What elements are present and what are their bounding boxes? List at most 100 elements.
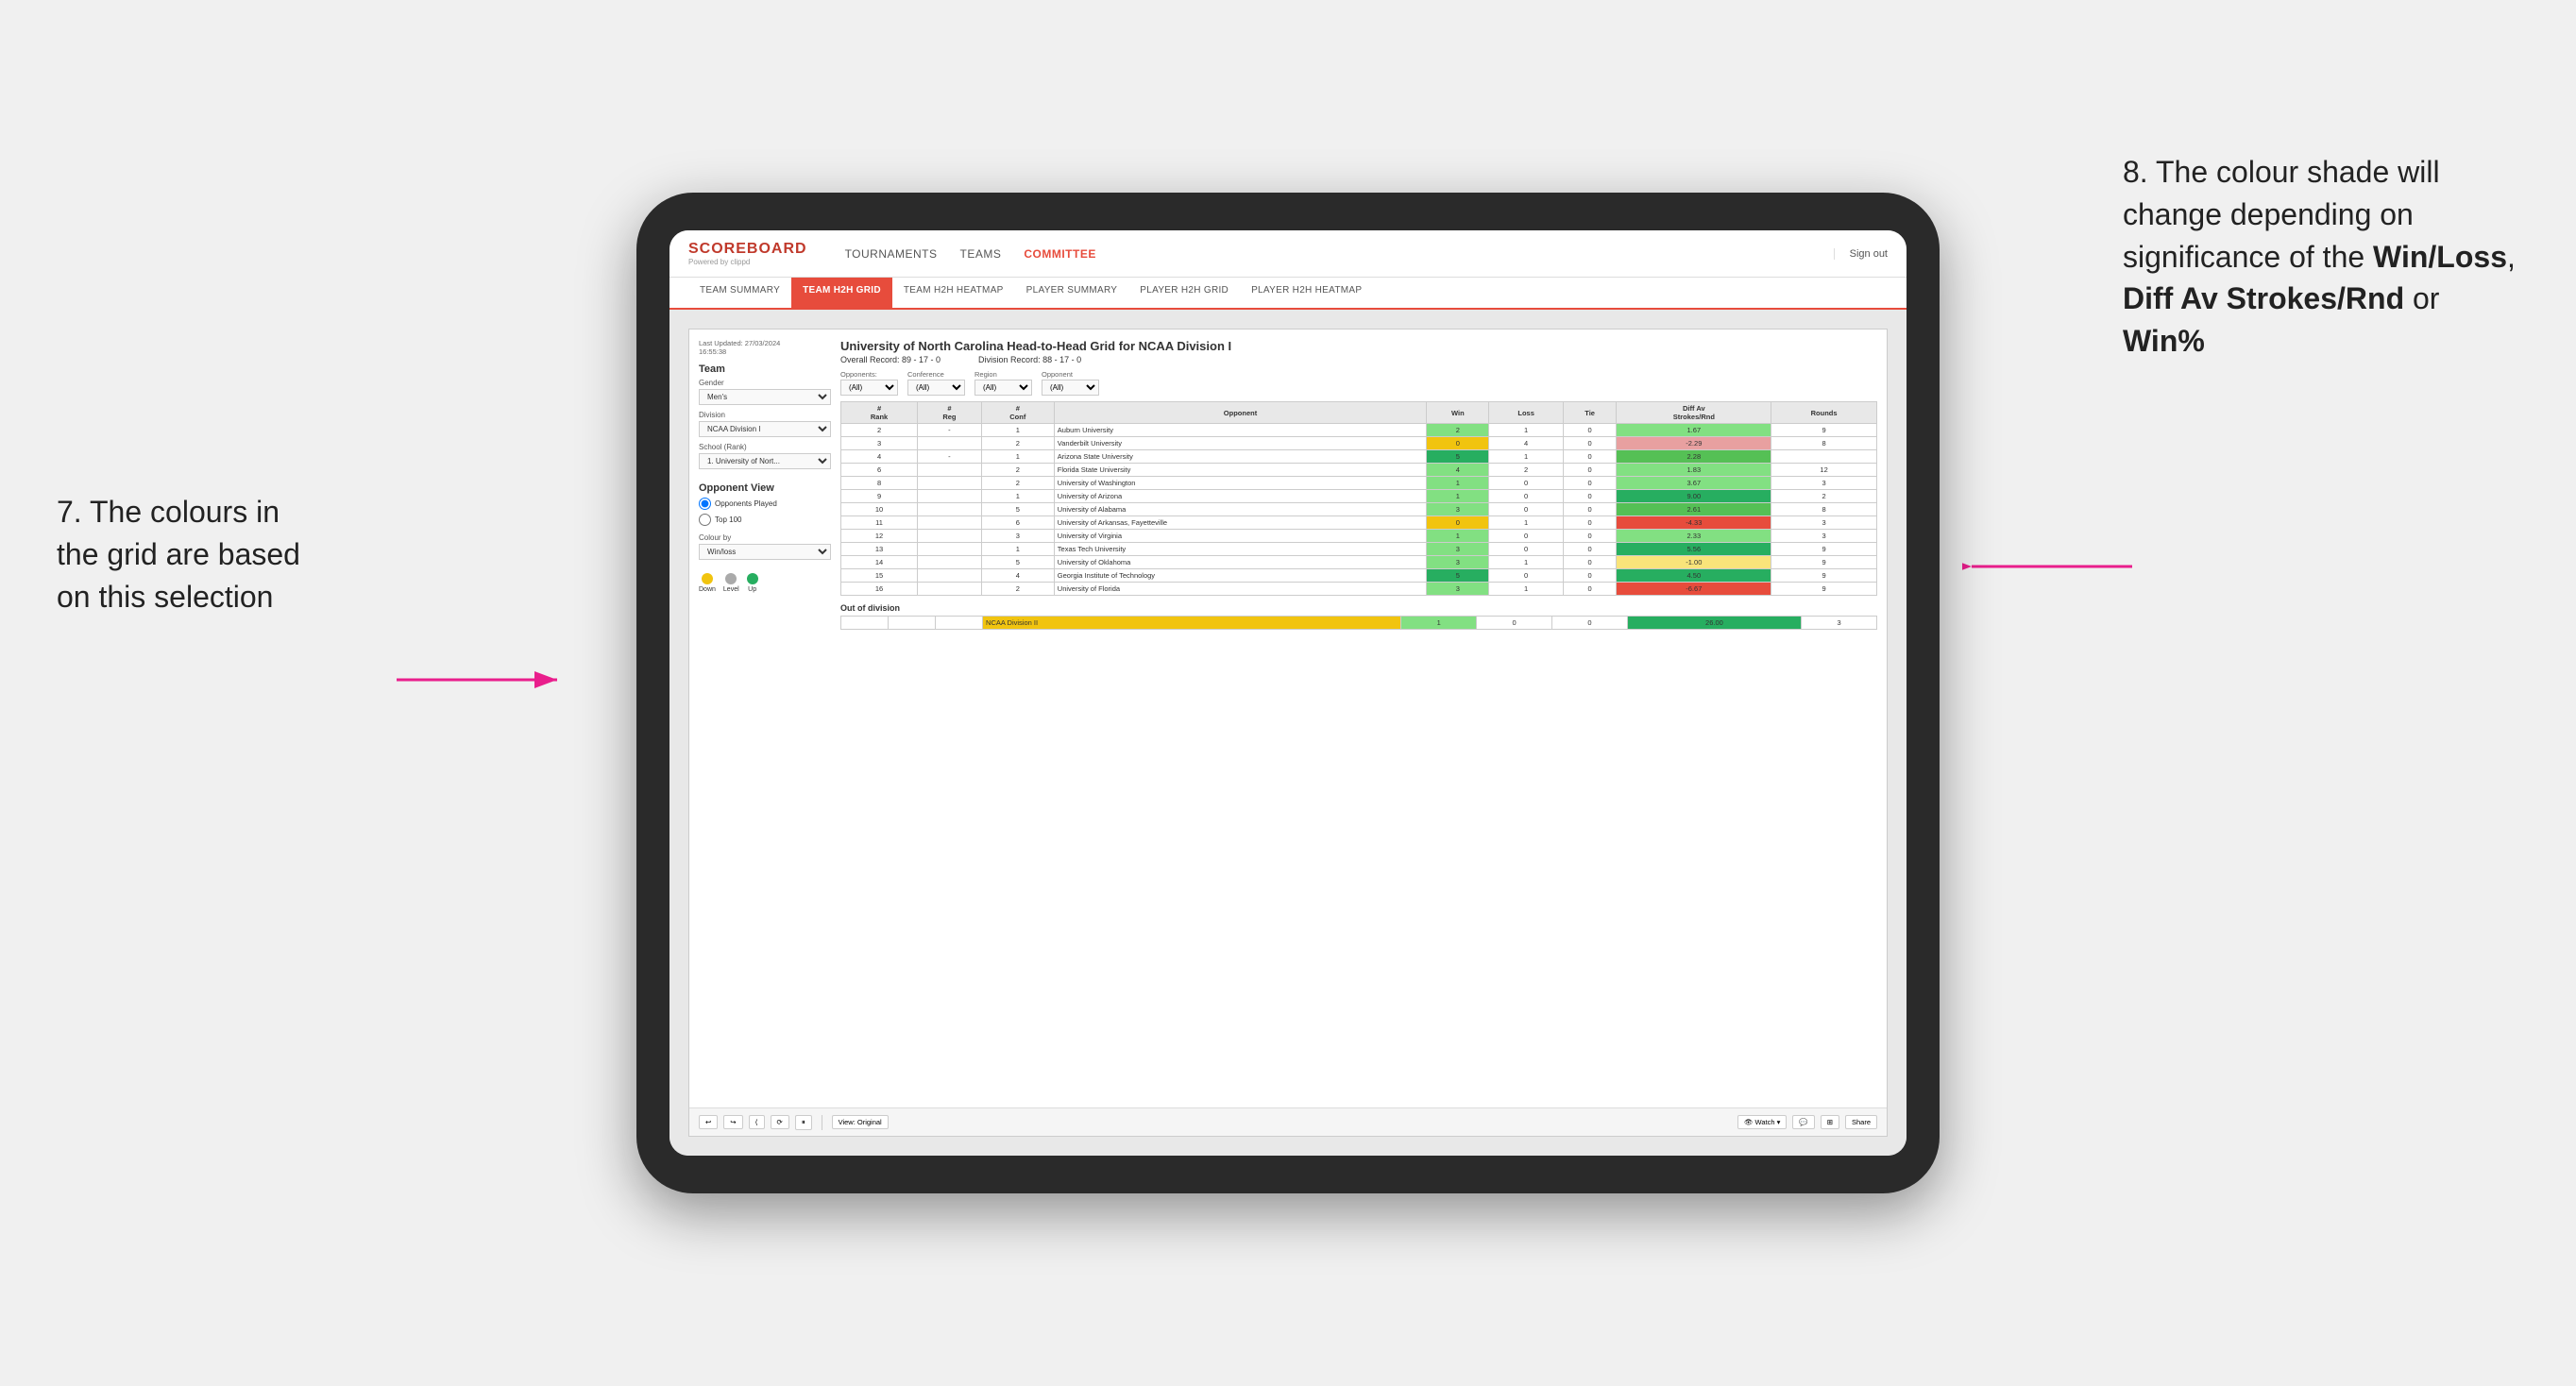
cell-loss: 0 bbox=[1489, 490, 1563, 503]
col-opponent: Opponent bbox=[1054, 402, 1426, 424]
tab-player-summary[interactable]: PLAYER SUMMARY bbox=[1015, 278, 1129, 308]
top-100-radio[interactable] bbox=[699, 514, 711, 526]
cell-loss: 1 bbox=[1489, 556, 1563, 569]
legend-level: Level bbox=[723, 573, 739, 593]
nav-items: TOURNAMENTS TEAMS COMMITTEE bbox=[845, 244, 1805, 264]
watch-btn[interactable]: 👁 Watch ▾ bbox=[1737, 1115, 1787, 1129]
cell-win: 3 bbox=[1427, 543, 1489, 556]
cell-rank: 8 bbox=[841, 477, 918, 490]
cell-conf: 2 bbox=[981, 583, 1054, 596]
annotation-right-text2: , bbox=[2507, 240, 2516, 274]
watch-text: Watch ▾ bbox=[1755, 1118, 1781, 1126]
view-btn[interactable]: View: Original bbox=[832, 1115, 889, 1129]
gender-dropdown[interactable]: Men's bbox=[699, 389, 831, 405]
od-diff: 26.00 bbox=[1627, 617, 1801, 630]
cell-reg bbox=[918, 530, 982, 543]
cell-diff: -6.67 bbox=[1617, 583, 1771, 596]
sub-nav: TEAM SUMMARY TEAM H2H GRID TEAM H2H HEAT… bbox=[669, 278, 1907, 310]
cell-rounds: 3 bbox=[1771, 516, 1877, 530]
tableau-toolbar: ↩ ↪ ⟨ ⟳ ⏸ View: Original 👁 Watch ▾ bbox=[689, 1107, 1887, 1136]
annotation-bold3: Win% bbox=[2123, 324, 2205, 358]
cell-win: 3 bbox=[1427, 503, 1489, 516]
cell-loss: 0 bbox=[1489, 503, 1563, 516]
share-btn[interactable]: Share bbox=[1845, 1115, 1877, 1129]
table-row: 11 6 University of Arkansas, Fayettevill… bbox=[841, 516, 1877, 530]
nav-teams[interactable]: TEAMS bbox=[960, 244, 1002, 264]
annotation-bold2: Diff Av Strokes/Rnd bbox=[2123, 281, 2404, 315]
table-row: 13 1 Texas Tech University 3 0 0 5.56 9 bbox=[841, 543, 1877, 556]
cell-rounds: 9 bbox=[1771, 556, 1877, 569]
nav-tournaments[interactable]: TOURNAMENTS bbox=[845, 244, 938, 264]
opponent-select[interactable]: (All) bbox=[1042, 380, 1099, 396]
cell-loss: 0 bbox=[1489, 543, 1563, 556]
undo-btn[interactable]: ↩ bbox=[699, 1115, 718, 1129]
cell-rounds: 3 bbox=[1771, 477, 1877, 490]
school-dropdown[interactable]: 1. University of Nort... bbox=[699, 453, 831, 469]
legend-up-dot bbox=[747, 573, 758, 584]
opponents-played-radio[interactable] bbox=[699, 498, 711, 510]
cell-conf: 4 bbox=[981, 569, 1054, 583]
cell-tie: 0 bbox=[1563, 516, 1617, 530]
conference-filter: Conference (All) bbox=[907, 370, 965, 396]
cell-rank: 2 bbox=[841, 424, 918, 437]
out-division-title: Out of division bbox=[840, 603, 1877, 613]
school-label: School (Rank) bbox=[699, 443, 831, 451]
cell-diff: -1.00 bbox=[1617, 556, 1771, 569]
tablet-screen: SCOREBOARD Powered by clippd TOURNAMENTS… bbox=[669, 230, 1907, 1156]
table-row: 12 3 University of Virginia 1 0 0 2.33 3 bbox=[841, 530, 1877, 543]
nav-committee[interactable]: COMMITTEE bbox=[1024, 244, 1096, 264]
cell-win: 4 bbox=[1427, 464, 1489, 477]
opponents-played-label: Opponents Played bbox=[715, 499, 777, 508]
logo-text: SCOREBOARD bbox=[688, 241, 807, 258]
cell-rounds: 9 bbox=[1771, 583, 1877, 596]
colour-by-dropdown[interactable]: Win/loss bbox=[699, 544, 831, 560]
cell-reg bbox=[918, 556, 982, 569]
cell-opponent: Arizona State University bbox=[1054, 450, 1426, 464]
sign-out-link[interactable]: Sign out bbox=[1834, 248, 1888, 260]
table-row: 4 - 1 Arizona State University 5 1 0 2.2… bbox=[841, 450, 1877, 464]
cell-diff: 9.00 bbox=[1617, 490, 1771, 503]
col-tie: Tie bbox=[1563, 402, 1617, 424]
cell-loss: 1 bbox=[1489, 424, 1563, 437]
cell-win: 3 bbox=[1427, 583, 1489, 596]
cell-reg bbox=[918, 543, 982, 556]
od-loss: 0 bbox=[1477, 617, 1552, 630]
cell-rank: 10 bbox=[841, 503, 918, 516]
refresh-btn[interactable]: ⟳ bbox=[771, 1115, 789, 1129]
region-select[interactable]: (All) bbox=[974, 380, 1032, 396]
cell-opponent: Auburn University bbox=[1054, 424, 1426, 437]
cell-diff: 2.28 bbox=[1617, 450, 1771, 464]
cell-rounds: 8 bbox=[1771, 437, 1877, 450]
tableau-area: Last Updated: 27/03/2024 16:55:38 Team G… bbox=[688, 329, 1888, 1137]
tab-player-h2h-grid[interactable]: PLAYER H2H GRID bbox=[1128, 278, 1240, 308]
tab-team-h2h-heatmap[interactable]: TEAM H2H HEATMAP bbox=[892, 278, 1015, 308]
cell-loss: 0 bbox=[1489, 569, 1563, 583]
division-dropdown[interactable]: NCAA Division I bbox=[699, 421, 831, 437]
cell-opponent: University of Washington bbox=[1054, 477, 1426, 490]
od-rank bbox=[841, 617, 889, 630]
table-row: 9 1 University of Arizona 1 0 0 9.00 2 bbox=[841, 490, 1877, 503]
cell-conf: 3 bbox=[981, 530, 1054, 543]
tab-team-summary[interactable]: TEAM SUMMARY bbox=[688, 278, 791, 308]
cell-rounds: 9 bbox=[1771, 424, 1877, 437]
cell-diff: 5.56 bbox=[1617, 543, 1771, 556]
annotation-bold1: Win/Loss bbox=[2373, 240, 2507, 274]
cell-diff: 1.67 bbox=[1617, 424, 1771, 437]
grid-btn[interactable]: ⊞ bbox=[1821, 1115, 1839, 1129]
cell-rounds: 8 bbox=[1771, 503, 1877, 516]
comment-btn[interactable]: 💬 bbox=[1792, 1115, 1814, 1129]
cell-opponent: Texas Tech University bbox=[1054, 543, 1426, 556]
cell-loss: 0 bbox=[1489, 530, 1563, 543]
tab-team-h2h-grid[interactable]: TEAM H2H GRID bbox=[791, 278, 892, 308]
opponents-select[interactable]: (All) bbox=[840, 380, 898, 396]
od-reg bbox=[889, 617, 936, 630]
cell-win: 5 bbox=[1427, 450, 1489, 464]
pause-btn[interactable]: ⏸ bbox=[795, 1115, 812, 1130]
conference-select[interactable]: (All) bbox=[907, 380, 965, 396]
table-row: 14 5 University of Oklahoma 3 1 0 -1.00 … bbox=[841, 556, 1877, 569]
back-btn[interactable]: ⟨ bbox=[749, 1115, 765, 1129]
cell-opponent: University of Arkansas, Fayetteville bbox=[1054, 516, 1426, 530]
tab-player-h2h-heatmap[interactable]: PLAYER H2H HEATMAP bbox=[1240, 278, 1373, 308]
redo-btn[interactable]: ↪ bbox=[723, 1115, 742, 1129]
cell-conf: 6 bbox=[981, 516, 1054, 530]
